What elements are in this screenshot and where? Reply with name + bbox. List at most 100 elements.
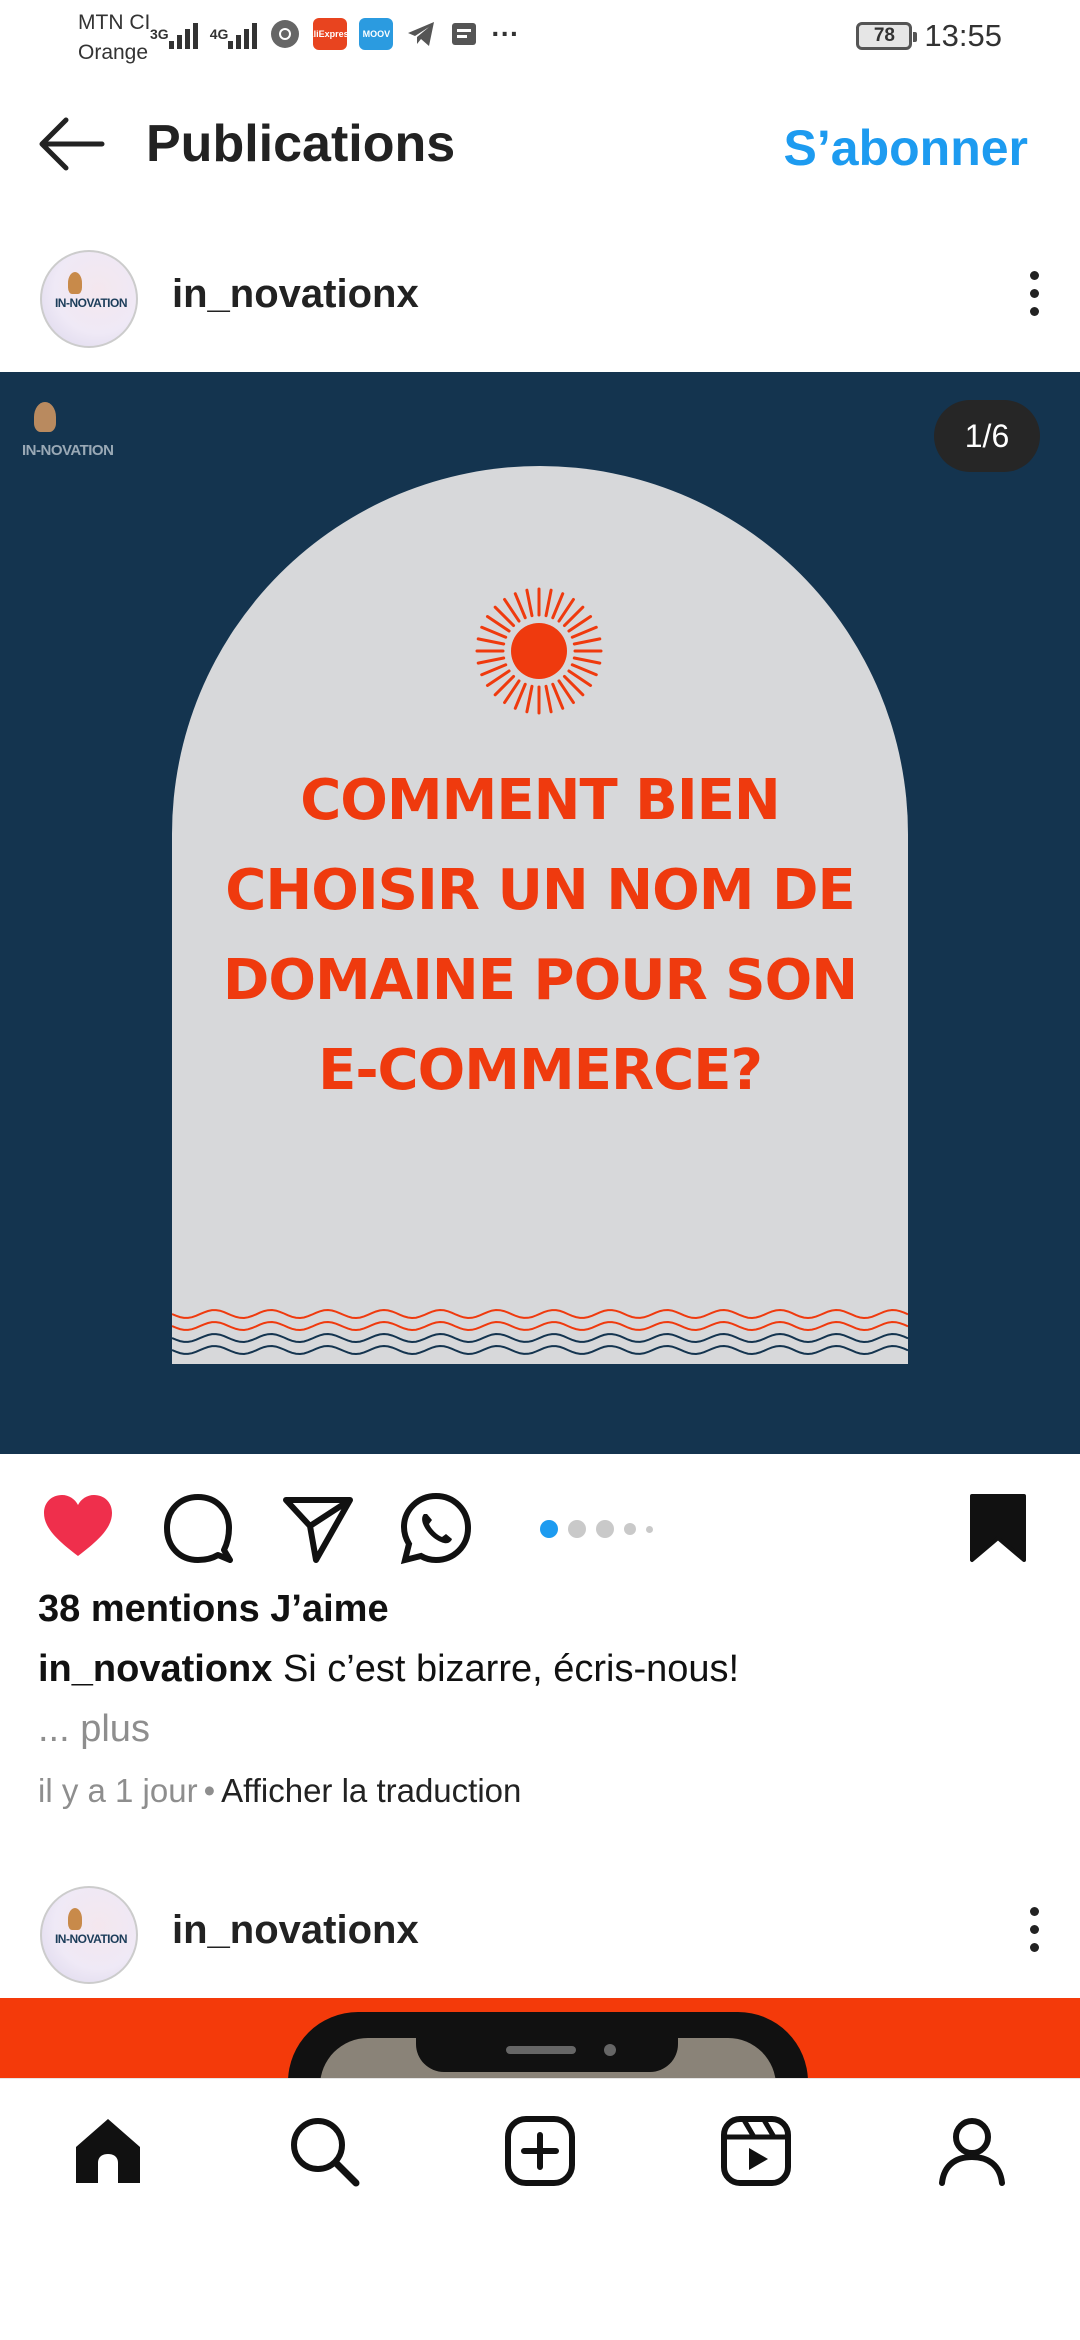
bulb-icon <box>34 402 56 432</box>
sun-ray <box>544 588 553 618</box>
sun-ray <box>570 663 598 677</box>
next-post-header: IN-NOVATION in_novationx <box>0 1864 1080 1994</box>
whatsapp-icon <box>400 1492 472 1565</box>
avatar[interactable]: IN-NOVATION <box>40 1886 138 1984</box>
carrier-info: MTN CI Orange <box>78 8 150 68</box>
post-media[interactable]: IN-NOVATION 1/6 COMMENT BIEN CHOISIR UN … <box>0 372 1080 1454</box>
headline-line: COMMENT BIEN <box>300 768 781 833</box>
sun-ray <box>551 592 565 620</box>
carousel-dot <box>624 1523 636 1535</box>
sun-ray <box>476 656 506 665</box>
carrier-1: MTN CI <box>78 11 151 34</box>
post-headline: COMMENT BIEN CHOISIR UN NOM DE DOMAINE P… <box>172 756 908 1116</box>
carousel-indicator <box>540 1520 653 1538</box>
arch-card: COMMENT BIEN CHOISIR UN NOM DE DOMAINE P… <box>172 466 908 1364</box>
sun-ray <box>513 592 527 620</box>
wave-line <box>172 1308 908 1320</box>
home-icon <box>76 2119 140 2183</box>
carousel-dot <box>596 1520 614 1538</box>
more-vertical-icon <box>1029 270 1039 280</box>
wave-line <box>172 1344 908 1356</box>
battery-icon: 78 <box>856 22 918 50</box>
whatsapp-share-button[interactable] <box>398 1490 474 1566</box>
sun-ray <box>572 656 602 665</box>
send-icon <box>283 1497 353 1563</box>
headline-line: CHOISIR UN NOM DE <box>225 858 855 923</box>
comment-button[interactable] <box>160 1490 236 1566</box>
create-icon <box>505 2116 575 2186</box>
caption-more-link[interactable]: ... plus <box>38 1708 150 1751</box>
brand-logo: IN-NOVATION <box>20 392 150 472</box>
carousel-dot-active <box>540 1520 558 1538</box>
back-button[interactable] <box>36 112 108 176</box>
chrome-icon <box>269 18 301 50</box>
reels-icon <box>721 2116 791 2186</box>
sun-ray <box>525 684 534 714</box>
save-button[interactable] <box>966 1490 1030 1566</box>
sun-ray <box>525 588 534 618</box>
translate-link[interactable]: Afficher la traduction <box>221 1772 521 1809</box>
heart-icon <box>44 1495 112 1556</box>
back-arrow-icon <box>39 117 105 171</box>
nav-home[interactable] <box>68 2111 148 2191</box>
headline-line: DOMAINE POUR SON <box>222 948 858 1013</box>
share-button[interactable] <box>280 1490 356 1566</box>
status-bar: MTN CI Orange 3G 4G AliExpress MOOV ··· … <box>0 0 1080 72</box>
post-caption: in_novationx Si c’est bizarre, écris-nou… <box>38 1648 739 1691</box>
sun-ray <box>513 682 527 710</box>
post-actions <box>0 1466 1080 1576</box>
post-header: IN-NOVATION in_novationx <box>0 228 1080 358</box>
nav-search[interactable] <box>284 2111 364 2191</box>
moov-icon: MOOV <box>359 18 394 50</box>
caption-username[interactable]: in_novationx <box>38 1648 272 1690</box>
sun-ray <box>476 637 506 646</box>
avatar[interactable]: IN-NOVATION <box>40 250 138 348</box>
sun-icon <box>475 587 603 715</box>
bulb-icon <box>68 1908 82 1930</box>
meta-separator: • <box>203 1772 216 1809</box>
top-app-bar: Publications S’abonner <box>0 88 1080 198</box>
headline-line: E-COMMERCE? <box>318 1038 763 1103</box>
next-post-media[interactable] <box>0 1998 1080 2078</box>
signal-3g-icon: 3G <box>150 19 198 49</box>
phone-image <box>288 2012 808 2078</box>
sun-ray <box>570 625 598 639</box>
follow-button[interactable]: S’abonner <box>784 116 1028 180</box>
profile-icon <box>939 2118 1005 2186</box>
bookmark-icon <box>970 1494 1026 1562</box>
page-title: Publications <box>146 115 456 173</box>
more-options-button[interactable] <box>1014 1894 1054 1964</box>
caption-text: Si c’est bizarre, écris-nous! <box>282 1648 740 1690</box>
brand-logo-text: IN-NOVATION <box>22 442 114 459</box>
wave-line <box>172 1320 908 1332</box>
likes-count[interactable]: 38 mentions J’aime <box>38 1588 389 1631</box>
message-icon <box>449 19 479 49</box>
sun-ray <box>551 682 565 710</box>
more-options-button[interactable] <box>1014 258 1054 328</box>
like-button[interactable] <box>40 1490 116 1566</box>
overflow-icon: ··· <box>491 18 520 49</box>
nav-create[interactable] <box>500 2111 580 2191</box>
carousel-counter: 1/6 <box>934 400 1040 472</box>
post-time: il y a 1 jour <box>38 1772 198 1809</box>
post-meta: il y a 1 jour • Afficher la traduction <box>38 1772 521 1810</box>
signal-4g-icon: 4G <box>210 19 258 49</box>
status-right: 78 13:55 <box>856 18 1002 54</box>
avatar-logo-text: IN-NOVATION <box>54 296 128 310</box>
post-username[interactable]: in_novationx <box>172 272 419 317</box>
nav-profile[interactable] <box>932 2111 1012 2191</box>
wave-decoration <box>172 1308 908 1356</box>
search-icon <box>291 2118 360 2187</box>
avatar-logo-text: IN-NOVATION <box>54 1932 128 1946</box>
telegram-icon <box>405 18 437 50</box>
more-vertical-icon <box>1029 1906 1039 1916</box>
status-icons: 3G 4G AliExpress MOOV ··· <box>150 18 519 50</box>
wave-line <box>172 1332 908 1344</box>
nav-reels[interactable] <box>716 2111 796 2191</box>
aliexpress-icon: AliExpress <box>307 18 354 50</box>
post-username[interactable]: in_novationx <box>172 1908 419 1953</box>
carousel-dot <box>646 1525 653 1533</box>
clock: 13:55 <box>924 18 1002 53</box>
bulb-icon <box>68 272 82 294</box>
sun-ray <box>480 663 508 677</box>
